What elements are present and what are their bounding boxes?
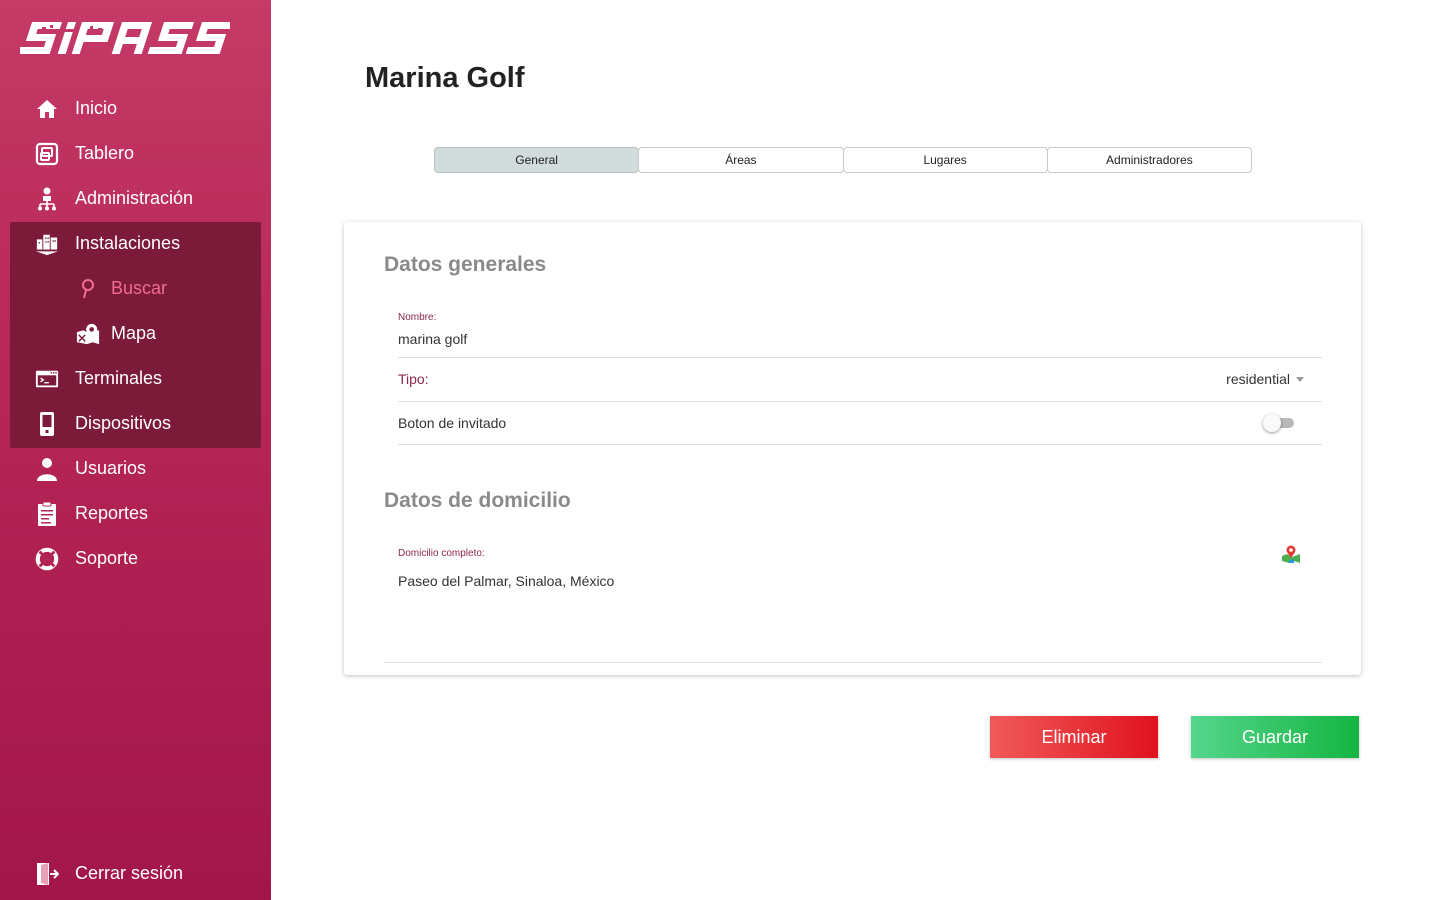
- sidebar: Inicio Tablero Administración Instalacio…: [0, 0, 271, 900]
- chevron-down-icon: [1296, 376, 1304, 382]
- guest-button-label: Boton de invitado: [398, 415, 507, 431]
- divider: [398, 444, 1322, 445]
- tipo-label: Tipo:: [398, 371, 429, 387]
- sipass-logo[interactable]: [20, 16, 230, 60]
- nombre-field[interactable]: marina golf: [398, 331, 467, 347]
- sidebar-item-terminales[interactable]: Terminales: [10, 356, 261, 401]
- guest-button-toggle[interactable]: [1263, 414, 1297, 432]
- tipo-select-value: residential: [1226, 371, 1290, 387]
- section-title-domicilio: Datos de domicilio: [384, 489, 571, 512]
- sidebar-item-label: Dispositivos: [75, 413, 172, 433]
- sidebar-item-instalaciones[interactable]: Instalaciones: [10, 221, 261, 266]
- search-icon: [76, 277, 100, 301]
- buildings-icon: [35, 232, 59, 256]
- terminal-icon: [35, 367, 59, 391]
- divider: [398, 401, 1322, 402]
- sidebar-item-label: Reportes: [75, 503, 149, 523]
- sidebar-item-label: Instalaciones: [75, 233, 181, 253]
- user-icon: [35, 457, 59, 481]
- logout-icon: [35, 862, 59, 886]
- sidebar-item-label: Administración: [75, 188, 194, 208]
- tab-lugares[interactable]: Lugares: [842, 147, 1048, 173]
- sidebar-item-buscar[interactable]: Buscar: [10, 266, 261, 311]
- save-button[interactable]: Guardar: [1191, 716, 1359, 758]
- sidebar-item-label: Inicio: [75, 98, 118, 118]
- sidebar-item-label: Tablero: [75, 143, 135, 163]
- sidebar-item-soporte[interactable]: Soporte: [10, 536, 261, 581]
- dashboard-icon: [35, 142, 59, 166]
- map-pin-icon[interactable]: [1281, 544, 1301, 564]
- home-icon: [35, 97, 59, 121]
- sidebar-item-dispositivos[interactable]: Dispositivos: [10, 401, 261, 446]
- sidebar-item-mapa[interactable]: Mapa: [10, 311, 261, 356]
- details-card: Datos generales Nombre: marina golf Tipo…: [344, 222, 1361, 675]
- report-icon: [35, 501, 59, 526]
- tab-administradores[interactable]: Administradores: [1046, 147, 1252, 173]
- sidebar-item-label: Buscar: [111, 278, 168, 298]
- sidebar-item-tablero[interactable]: Tablero: [10, 131, 261, 176]
- toggle-knob: [1263, 414, 1281, 432]
- divider: [384, 662, 1322, 663]
- device-icon: [35, 411, 59, 436]
- tab-bar: General Áreas Lugares Administradores: [434, 147, 1252, 174]
- sidebar-item-administracion[interactable]: Administración: [10, 176, 261, 221]
- sidebar-item-label: Terminales: [75, 368, 163, 388]
- org-chart-icon: [35, 187, 59, 211]
- domicilio-label: Domicilio completo:: [398, 548, 485, 559]
- delete-button[interactable]: Eliminar: [990, 716, 1158, 758]
- sidebar-item-label: Usuarios: [75, 458, 147, 478]
- sidebar-item-usuarios[interactable]: Usuarios: [10, 446, 261, 491]
- sidebar-item-inicio[interactable]: Inicio: [10, 86, 261, 131]
- tab-areas[interactable]: Áreas: [638, 147, 844, 173]
- section-title-general: Datos generales: [384, 253, 547, 276]
- divider: [398, 357, 1322, 358]
- lifebuoy-icon: [35, 547, 59, 571]
- tab-general[interactable]: General: [434, 147, 640, 173]
- page-title: Marina Golf: [365, 62, 525, 94]
- sidebar-item-label: Soporte: [75, 548, 139, 568]
- map-icon: [76, 322, 100, 346]
- sidebar-item-label: Mapa: [111, 323, 157, 343]
- nombre-label: Nombre:: [398, 312, 437, 323]
- logout-button[interactable]: Cerrar sesión: [10, 851, 261, 896]
- tipo-select[interactable]: residential: [1226, 371, 1304, 387]
- sidebar-item-reportes[interactable]: Reportes: [10, 491, 261, 536]
- logout-label: Cerrar sesión: [75, 863, 184, 883]
- domicilio-field[interactable]: Paseo del Palmar, Sinaloa, México: [398, 573, 614, 589]
